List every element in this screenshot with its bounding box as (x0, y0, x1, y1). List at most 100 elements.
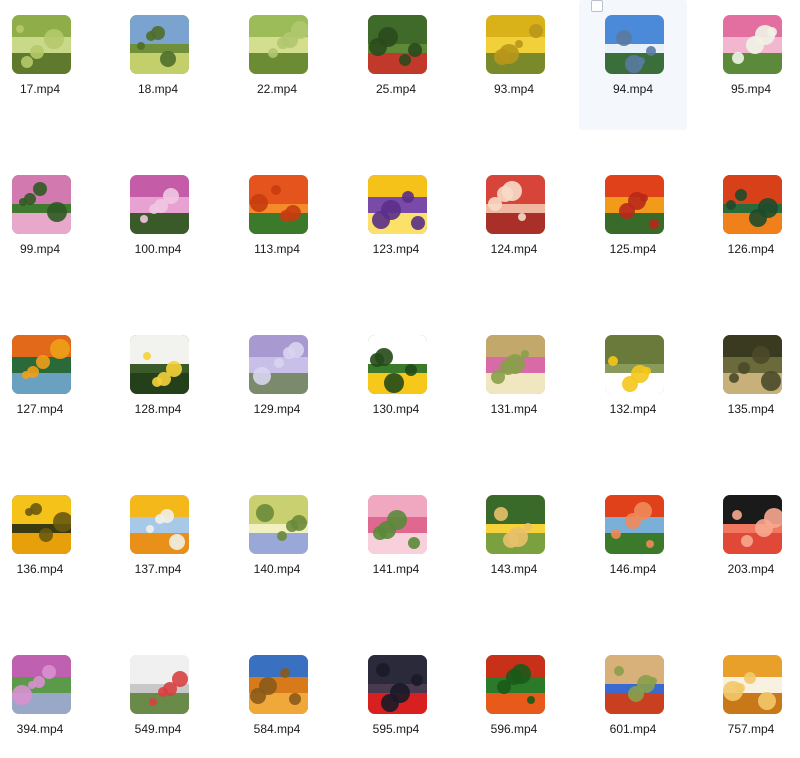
file-name: 596.mp4 (490, 722, 538, 736)
file-name: 141.mp4 (372, 562, 420, 576)
video-thumbnail-icon (12, 175, 71, 234)
file-item[interactable]: 601.mp4 (579, 640, 687, 758)
file-name: 93.mp4 (493, 82, 535, 96)
file-item[interactable]: 128.mp4 (104, 320, 212, 438)
file-name: 113.mp4 (254, 242, 300, 256)
file-name: 137.mp4 (134, 562, 182, 576)
file-name: 100.mp4 (134, 242, 182, 256)
file-name: 135.mp4 (727, 402, 775, 416)
video-thumbnail-icon (486, 175, 545, 234)
video-thumbnail-icon (723, 655, 782, 714)
file-name: 126.mp4 (727, 242, 775, 256)
file-item[interactable]: 757.mp4 (697, 640, 800, 758)
file-item[interactable]: 137.mp4 (104, 480, 212, 598)
file-item[interactable]: 100.mp4 (104, 160, 212, 278)
file-item[interactable]: 22.mp4 (223, 0, 331, 118)
file-name: 123.mp4 (372, 242, 420, 256)
video-thumbnail-icon (723, 495, 782, 554)
file-item[interactable]: 146.mp4 (579, 480, 687, 598)
file-name: 136.mp4 (16, 562, 64, 576)
file-item[interactable]: 94.mp4 (579, 0, 687, 130)
video-thumbnail-icon (723, 335, 782, 394)
video-thumbnail-icon (368, 655, 427, 714)
file-item[interactable]: 25.mp4 (342, 0, 450, 118)
file-name: 128.mp4 (134, 402, 182, 416)
video-thumbnail-icon (368, 335, 427, 394)
file-item[interactable]: 203.mp4 (697, 480, 800, 598)
video-thumbnail-icon (486, 495, 545, 554)
file-item[interactable]: 95.mp4 (697, 0, 800, 118)
file-item[interactable]: 141.mp4 (342, 480, 450, 598)
video-thumbnail-icon (130, 655, 189, 714)
video-thumbnail-icon (12, 495, 71, 554)
file-item[interactable]: 131.mp4 (460, 320, 568, 438)
file-item[interactable]: 17.mp4 (0, 0, 94, 118)
file-item[interactable]: 135.mp4 (697, 320, 800, 438)
file-name: 127.mp4 (16, 402, 64, 416)
file-item[interactable]: 132.mp4 (579, 320, 687, 438)
video-thumbnail-icon (368, 495, 427, 554)
file-item[interactable]: 124.mp4 (460, 160, 568, 278)
video-thumbnail-icon (249, 335, 308, 394)
video-thumbnail-icon (605, 335, 664, 394)
file-name: 394.mp4 (16, 722, 64, 736)
video-thumbnail-icon (368, 175, 427, 234)
file-name: 757.mp4 (727, 722, 775, 736)
video-thumbnail-icon (12, 655, 71, 714)
video-thumbnail-icon (130, 15, 189, 74)
file-item[interactable]: 140.mp4 (223, 480, 331, 598)
file-item[interactable]: 584.mp4 (223, 640, 331, 758)
file-name: 94.mp4 (612, 82, 654, 96)
file-item[interactable]: 18.mp4 (104, 0, 212, 118)
video-thumbnail-icon (130, 335, 189, 394)
video-thumbnail-icon (605, 175, 664, 234)
file-item[interactable]: 126.mp4 (697, 160, 800, 278)
file-name: 124.mp4 (490, 242, 538, 256)
file-item[interactable]: 99.mp4 (0, 160, 94, 278)
file-name: 125.mp4 (609, 242, 657, 256)
file-item[interactable]: 123.mp4 (342, 160, 450, 278)
file-item[interactable]: 549.mp4 (104, 640, 212, 758)
video-thumbnail-icon (368, 15, 427, 74)
file-name: 130.mp4 (372, 402, 420, 416)
video-thumbnail-icon (130, 495, 189, 554)
file-item[interactable]: 596.mp4 (460, 640, 568, 758)
video-thumbnail-icon (605, 495, 664, 554)
file-item[interactable]: 93.mp4 (460, 0, 568, 118)
file-item[interactable]: 595.mp4 (342, 640, 450, 758)
file-name: 595.mp4 (372, 722, 420, 736)
video-thumbnail-icon (723, 15, 782, 74)
video-thumbnail-icon (249, 175, 308, 234)
file-item[interactable]: 127.mp4 (0, 320, 94, 438)
video-thumbnail-icon (605, 15, 664, 74)
file-name: 95.mp4 (730, 82, 772, 96)
video-thumbnail-icon (723, 175, 782, 234)
file-item[interactable]: 394.mp4 (0, 640, 94, 758)
file-name: 25.mp4 (375, 82, 417, 96)
file-item[interactable]: 125.mp4 (579, 160, 687, 278)
video-thumbnail-icon (130, 175, 189, 234)
file-name: 549.mp4 (134, 722, 182, 736)
file-name: 143.mp4 (490, 562, 538, 576)
file-item[interactable]: 129.mp4 (223, 320, 331, 438)
file-item[interactable]: 130.mp4 (342, 320, 450, 438)
file-item[interactable]: 143.mp4 (460, 480, 568, 598)
video-thumbnail-icon (486, 15, 545, 74)
video-thumbnail-icon (249, 15, 308, 74)
video-thumbnail-icon (12, 15, 71, 74)
video-thumbnail-icon (486, 655, 545, 714)
select-checkbox[interactable] (591, 0, 603, 12)
file-name: 99.mp4 (19, 242, 61, 256)
file-name: 131.mp4 (490, 402, 538, 416)
file-grid: 17.mp4 18.mp4 22.mp4 25.mp4 93.mp4 94.mp4 95.m… (0, 0, 800, 746)
file-name: 146.mp4 (609, 562, 657, 576)
video-thumbnail-icon (12, 335, 71, 394)
file-name: 129.mp4 (253, 402, 301, 416)
file-item[interactable]: 136.mp4 (0, 480, 94, 598)
video-thumbnail-icon (249, 655, 308, 714)
video-thumbnail-icon (605, 655, 664, 714)
video-thumbnail-icon (249, 495, 308, 554)
file-item[interactable]: 113.mp4 (223, 160, 331, 278)
video-thumbnail-icon (486, 335, 545, 394)
file-name: 584.mp4 (253, 722, 301, 736)
